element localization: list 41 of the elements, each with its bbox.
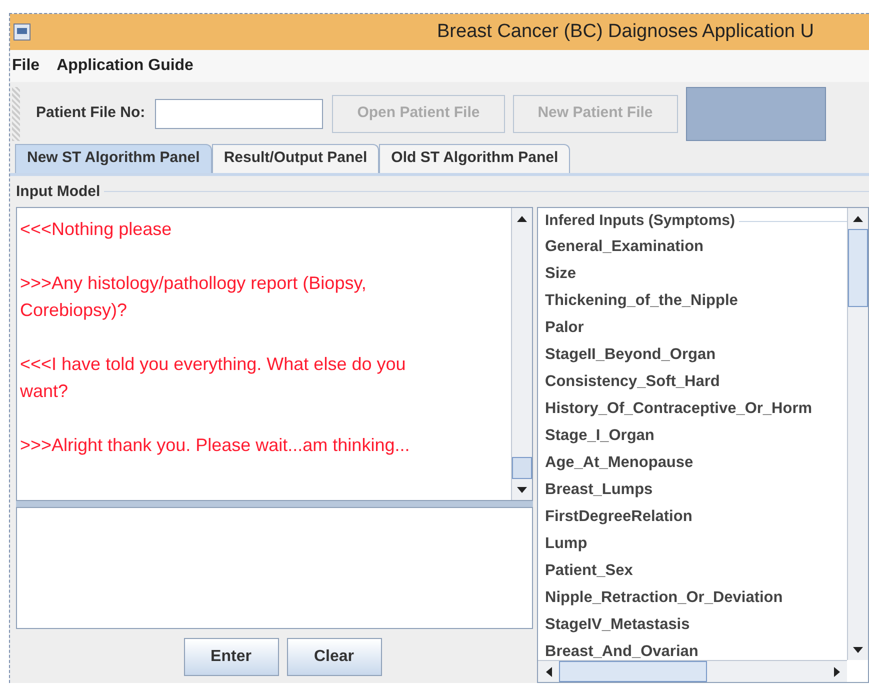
chat-message: <<<I have told you everything. What else do you want? bbox=[20, 353, 407, 403]
chat-message: <<<Nothing please bbox=[20, 218, 173, 241]
action-button[interactable]: Enter bbox=[184, 638, 278, 676]
vertical-scrollbar[interactable] bbox=[511, 208, 532, 500]
group-title: Input Model bbox=[16, 182, 100, 202]
list-item[interactable]: Size bbox=[545, 260, 847, 286]
list-item[interactable]: Lump bbox=[545, 530, 847, 556]
list-item[interactable]: Nipple_Retraction_Or_Deviation bbox=[545, 584, 847, 610]
toolbar-grip[interactable] bbox=[12, 86, 20, 141]
list-item[interactable]: Palor bbox=[545, 314, 847, 340]
list-item[interactable]: History_Of_Contraceptive_Or_Horm bbox=[545, 394, 847, 422]
tab[interactable]: Old ST Algorithm Panel bbox=[379, 144, 570, 172]
menu-item[interactable]: File bbox=[12, 54, 40, 78]
list-item[interactable]: General_Examination bbox=[545, 232, 847, 260]
scroll-thumb[interactable] bbox=[559, 661, 707, 682]
list-item[interactable]: StageII_Beyond_Organ bbox=[545, 340, 847, 368]
list-item[interactable]: FirstDegreeRelation bbox=[545, 502, 847, 530]
action-button[interactable]: Clear bbox=[286, 638, 382, 676]
list-item[interactable]: Consistency_Soft_Hard bbox=[545, 368, 847, 394]
list-item[interactable]: Stage_I_Organ bbox=[545, 422, 847, 448]
list-item[interactable]: Breast_Lumps bbox=[545, 476, 847, 502]
vertical-scrollbar[interactable] bbox=[847, 208, 868, 660]
scroll-thumb[interactable] bbox=[848, 229, 868, 307]
list-item[interactable]: Patient_Sex bbox=[545, 556, 847, 584]
tab[interactable]: New ST Algorithm Panel bbox=[15, 144, 212, 172]
menu-item[interactable]: Application Guide bbox=[56, 54, 194, 78]
list-item[interactable]: Age_At_Menopause bbox=[545, 448, 847, 476]
scroll-thumb[interactable] bbox=[512, 457, 532, 479]
app-icon bbox=[12, 22, 32, 42]
window-title: Breast Cancer (BC) Daignoses Application U bbox=[437, 20, 814, 44]
patient-file-field[interactable] bbox=[155, 98, 324, 129]
group-title: Infered Inputs (Symptoms) bbox=[545, 211, 736, 231]
chat-message: >>>Alright thank you. Please wait...am thinking... bbox=[20, 434, 411, 457]
list-item[interactable]: StageIV_Metastasis bbox=[545, 610, 847, 638]
list-item[interactable]: Thickening_of_the_Nipple bbox=[545, 286, 847, 314]
tab[interactable]: Result/Output Panel bbox=[212, 144, 380, 172]
chat-message: >>>Any histology/pathollogy report (Biopsy, Corebiopsy)? bbox=[20, 272, 368, 322]
field-label: Patient File No: bbox=[36, 103, 146, 124]
input-field[interactable] bbox=[16, 507, 533, 629]
list-item[interactable]: Breast_And_Ovarian bbox=[545, 638, 847, 660]
horizontal-scrollbar[interactable] bbox=[538, 660, 847, 682]
